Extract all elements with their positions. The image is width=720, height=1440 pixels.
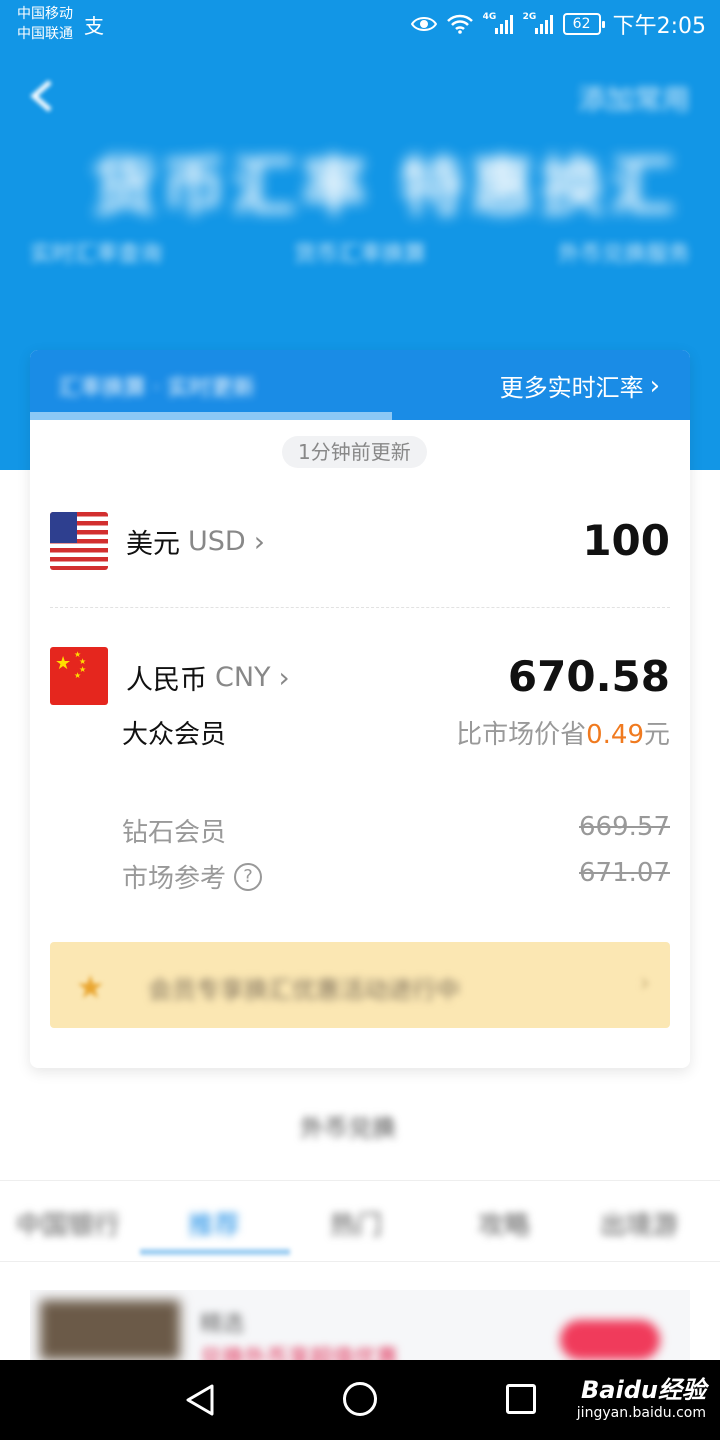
wifi-icon	[446, 14, 473, 34]
carrier-2: 中国联通	[17, 26, 73, 42]
add-common-button[interactable]: 添加常用	[578, 78, 690, 118]
chevron-right-icon: ›	[649, 370, 660, 401]
card-header: 汇率换算 · 实时更新 更多实时汇率 ›	[30, 350, 690, 420]
status-bar: 中国移动 中国联通 支 4G 2G 62 下午2:05	[0, 0, 720, 48]
svg-text:★: ★	[74, 671, 81, 680]
watermark-logo: Baidu经验	[581, 1376, 706, 1404]
watermark: Baidu经验 jingyan.baidu.com	[577, 1370, 706, 1421]
promo-text: 会员专享换汇优惠活动进行中	[148, 976, 460, 1004]
signal-1-icon: 4G	[482, 12, 513, 34]
feature-list: 实时汇率查询 货币汇率换算 外币兑换服务	[30, 236, 690, 268]
eye-comfort-icon	[410, 15, 437, 33]
feed-title: 精选	[200, 1312, 245, 1337]
diamond-rate-row: 钻石会员 669.57	[122, 812, 670, 849]
market-label: 市场参考	[122, 864, 227, 894]
row-divider	[50, 607, 670, 608]
saving-prefix: 比市场价省	[456, 720, 587, 750]
to-currency-name: 人民币	[126, 665, 207, 696]
chevron-left-icon	[30, 80, 52, 112]
card-subtitle: 汇率换算 · 实时更新	[58, 376, 255, 401]
nav-recents-button[interactable]	[506, 1384, 536, 1414]
to-currency-selector[interactable]: 人民币 CNY ›	[126, 658, 290, 697]
saving-text: 比市场价省0.49元	[456, 714, 670, 751]
feature-item: 实时汇率查询	[30, 242, 163, 267]
feed-subtitle: 兑换外币享超值优惠	[200, 1346, 399, 1360]
tab-4[interactable]: 攻略	[478, 1205, 530, 1242]
back-button[interactable]	[26, 78, 62, 114]
chevron-right-icon: ›	[253, 525, 265, 558]
nav-back-button[interactable]	[182, 1382, 218, 1422]
alipay-notification-icon: 支	[84, 14, 104, 38]
from-amount-input[interactable]: 100	[582, 516, 670, 565]
diamond-value: 669.57	[579, 812, 670, 842]
tab-1[interactable]: 中国银行	[16, 1205, 120, 1242]
tab-3[interactable]: 热门	[330, 1205, 382, 1242]
update-badge: 1分钟前更新	[282, 436, 427, 468]
from-currency-code: USD	[188, 526, 246, 557]
market-value: 671.07	[579, 858, 670, 888]
chevron-right-icon: ›	[639, 968, 650, 998]
battery-icon: 62	[562, 13, 605, 35]
svg-text:★: ★	[55, 653, 71, 674]
feed-thumbnail	[40, 1300, 180, 1360]
market-rate-row: 市场参考 ? 671.07	[122, 858, 670, 895]
diamond-label: 钻石会员	[122, 818, 227, 848]
exchange-card: 汇率换算 · 实时更新 更多实时汇率 › 1分钟前更新 美元 USD › 100	[30, 350, 690, 1068]
to-currency-code: CNY	[215, 662, 271, 693]
network-type-2: 2G	[522, 12, 537, 22]
network-type-1: 4G	[482, 12, 497, 22]
tab-5[interactable]: 出境游	[600, 1205, 678, 1242]
from-currency-name: 美元	[126, 529, 180, 560]
signal-2-icon: 2G	[522, 12, 553, 34]
help-icon[interactable]: ?	[234, 862, 263, 891]
crown-icon: ★	[76, 968, 105, 1006]
member-level: 大众会员	[122, 720, 227, 750]
feed-action-button[interactable]	[560, 1320, 660, 1360]
header-strip	[30, 412, 392, 420]
chevron-right-icon: ›	[278, 661, 290, 694]
cn-flag-icon: ★ ★ ★ ★ ★	[50, 647, 108, 705]
tab-2[interactable]: 推荐	[188, 1205, 240, 1242]
feed-item[interactable]: 精选 兑换外币享超值优惠	[30, 1290, 690, 1360]
more-rates-label: 更多实时汇率	[499, 374, 644, 402]
page-title: 货币汇率 特惠换汇	[92, 151, 681, 225]
us-flag-icon	[50, 512, 108, 570]
active-tab-indicator	[140, 1249, 290, 1255]
carrier-1: 中国移动	[17, 6, 73, 22]
from-currency-selector[interactable]: 美元 USD ›	[126, 522, 265, 561]
feature-item: 货币汇率换算	[293, 242, 426, 267]
category-tabs: 中国银行 推荐 热门 攻略 出境游	[0, 1180, 720, 1262]
more-rates-link[interactable]: 更多实时汇率 ›	[500, 368, 660, 403]
system-nav-bar: Baidu经验 jingyan.baidu.com	[0, 1360, 720, 1440]
carrier-info: 中国移动 中国联通	[17, 4, 73, 44]
feature-item: 外币兑换服务	[557, 242, 690, 267]
section-title: 外币兑换	[300, 1114, 396, 1142]
to-amount: 670.58	[507, 652, 670, 701]
saving-value: 0.49	[586, 720, 644, 750]
saving-suffix: 元	[643, 720, 670, 750]
watermark-url: jingyan.baidu.com	[576, 1405, 706, 1421]
nav-home-button[interactable]	[343, 1382, 377, 1416]
triangle-back-icon	[186, 1384, 214, 1416]
clock: 下午2:05	[612, 14, 706, 39]
member-promo-banner[interactable]: ★ 会员专享换汇优惠活动进行中 ›	[50, 942, 670, 1028]
status-icons: 4G 2G 62 下午2:05	[410, 7, 706, 41]
